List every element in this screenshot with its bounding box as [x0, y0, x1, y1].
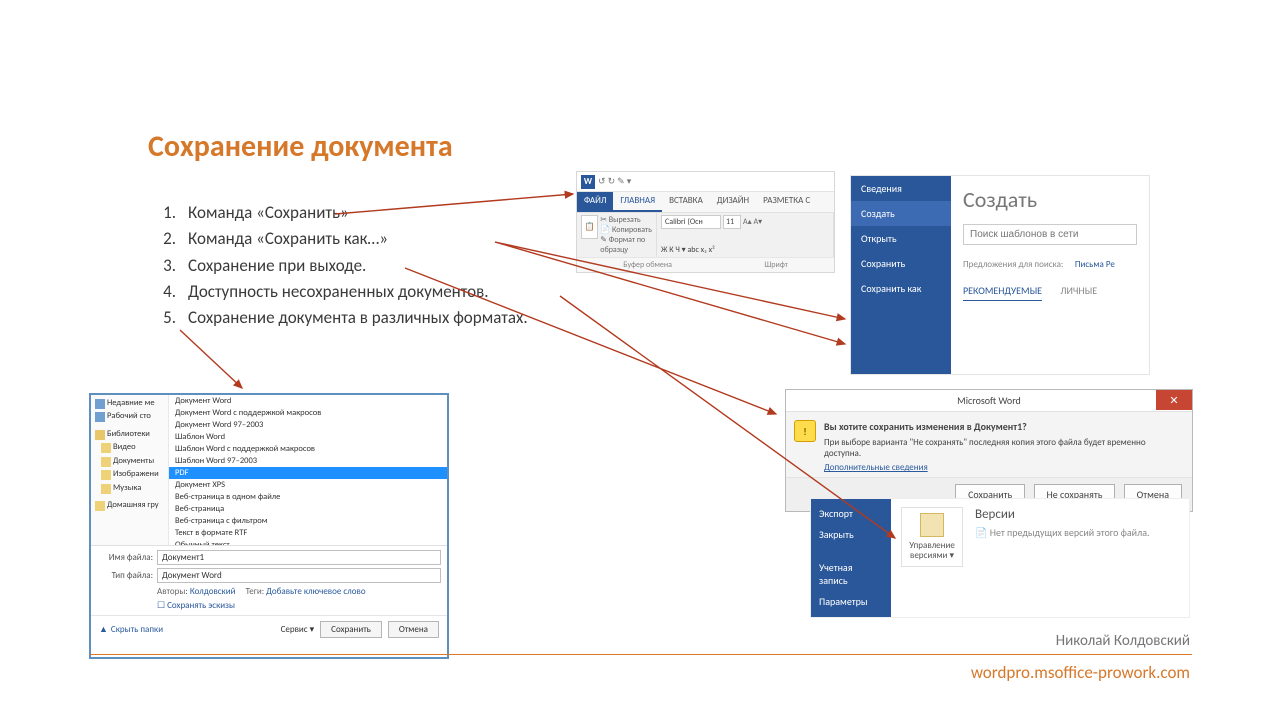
template-search-input[interactable] — [963, 224, 1137, 245]
tab-personal[interactable]: ЛИЧНЫЕ — [1060, 284, 1097, 297]
filename-label: Имя файла: — [97, 552, 153, 563]
bs-info[interactable]: Сведения — [851, 176, 951, 201]
tools-dropdown[interactable]: Сервис ▾ — [281, 624, 315, 635]
folder-tree[interactable]: Недавние ме Рабочий сто Библиотеки Видео… — [91, 395, 169, 545]
slide-list: 1.Команда «Сохранить» 2.Команда «Сохрани… — [150, 200, 528, 332]
tab-file[interactable]: ФАЙЛ — [577, 192, 613, 212]
save-as-dialog: Недавние ме Рабочий сто Библиотеки Видео… — [89, 393, 449, 659]
backstage-panel: Сведения Создать Открыть Сохранить Сохра… — [850, 175, 1150, 375]
versions-icon — [920, 513, 944, 537]
close-button[interactable]: ✕ — [1156, 390, 1192, 410]
paste-button[interactable]: 📋 — [581, 215, 598, 239]
format-painter[interactable]: ✎ Формат по образцу — [600, 235, 652, 255]
list-item-5: 5.Сохранение документа в различных форма… — [150, 305, 528, 331]
filetype-combo[interactable]: Документ Word — [157, 568, 441, 583]
manage-versions-button[interactable]: Управление версиями ▾ — [901, 507, 963, 567]
list-item-4: 4.Доступность несохраненных документов. — [150, 279, 528, 305]
bs-save[interactable]: Сохранить — [851, 251, 951, 276]
more-info-link[interactable]: Дополнительные сведения — [824, 462, 1182, 473]
tab-recommended[interactable]: РЕКОМЕНДУЕМЫЕ — [963, 284, 1042, 301]
font-size-combo[interactable]: 11 — [723, 215, 741, 229]
font-group-label: Шрифт — [764, 260, 787, 270]
footer-divider — [90, 654, 1192, 655]
author-name: Николай Колдовский — [1056, 632, 1190, 650]
author-value[interactable]: Колдовский — [190, 586, 236, 597]
bs-export[interactable]: Экспорт — [811, 503, 891, 524]
font-style-row[interactable]: Ж К Ч ▾ abc x₂ x² — [661, 245, 829, 255]
warning-icon: ! — [794, 420, 816, 442]
save-prompt-dialog: Microsoft Word ✕ ! Вы хотите сохранить и… — [785, 389, 1193, 512]
tab-home[interactable]: ГЛАВНАЯ — [613, 192, 662, 212]
bs-close[interactable]: Закрыть — [811, 524, 891, 545]
bs-open[interactable]: Открыть — [851, 226, 951, 251]
dialog-title: Microsoft Word — [957, 394, 1021, 407]
suggest-label: Предложения для поиска: — [963, 259, 1063, 270]
quick-access-toolbar: W ↺ ↻ ✎ ▾ — [577, 172, 834, 192]
list-item-2: 2.Команда «Сохранить как…» — [150, 226, 528, 252]
tab-design[interactable]: ДИЗАЙН — [710, 192, 756, 212]
file-type-dropdown-list[interactable]: Документ Word Документ Word с поддержкой… — [169, 395, 447, 545]
suggest-values[interactable]: Письма Ре — [1075, 259, 1115, 270]
bs-saveas[interactable]: Сохранить как — [851, 276, 951, 301]
dialog-message-main: Вы хотите сохранить изменения в Документ… — [824, 420, 1182, 433]
save-thumbnail-checkbox[interactable]: ☐ Сохранять эскизы — [97, 600, 441, 611]
copy-item[interactable]: 📄 Копировать — [600, 225, 652, 235]
tab-layout[interactable]: РАЗМЕТКА С — [756, 192, 817, 212]
font-size-buttons[interactable]: A▴ A▾ — [743, 217, 762, 227]
site-link[interactable]: wordpro.msoffice-prowork.com — [971, 662, 1190, 683]
clipboard-group-label: Буфер обмена — [623, 260, 672, 270]
list-item-1: 1.Команда «Сохранить» — [150, 200, 528, 226]
filetype-pdf-selected: PDF — [169, 467, 447, 479]
versions-panel: Экспорт Закрыть Учетная запись Параметры… — [810, 498, 1190, 618]
bs-create[interactable]: Создать — [851, 201, 951, 226]
qat-icons[interactable]: ↺ ↻ ✎ ▾ — [598, 176, 631, 187]
bs-account[interactable]: Учетная запись — [811, 557, 891, 591]
tab-insert[interactable]: ВСТАВКА — [662, 192, 710, 212]
filename-input[interactable]: Документ1 — [157, 550, 441, 565]
hide-folders-link[interactable]: ▲ Скрыть папки — [99, 624, 163, 635]
bs-options[interactable]: Параметры — [811, 591, 891, 612]
filetype-label: Тип файла: — [97, 570, 153, 581]
font-name-combo[interactable]: Calibri (Осн — [661, 215, 721, 229]
backstage-title: Создать — [963, 186, 1137, 213]
versions-title: Версии — [975, 507, 1150, 522]
ribbon-screenshot: W ↺ ↻ ✎ ▾ ФАЙЛ ГЛАВНАЯ ВСТАВКА ДИЗАЙН РА… — [576, 171, 835, 273]
saveas-save-button[interactable]: Сохранить — [320, 621, 382, 638]
word-logo-icon: W — [581, 175, 595, 189]
saveas-cancel-button[interactable]: Отмена — [388, 621, 439, 638]
tags-value[interactable]: Добавьте ключевое слово — [266, 586, 365, 597]
versions-subtitle: 📄 Нет предыдущих версий этого файла. — [975, 526, 1150, 539]
slide-title: Сохранение документа — [148, 128, 453, 165]
list-item-3: 3.Сохранение при выходе. — [150, 253, 528, 279]
cut-item[interactable]: ✂ Вырезать — [600, 215, 652, 225]
dialog-message-sub: При выборе варианта "Не сохранять" после… — [824, 437, 1182, 459]
